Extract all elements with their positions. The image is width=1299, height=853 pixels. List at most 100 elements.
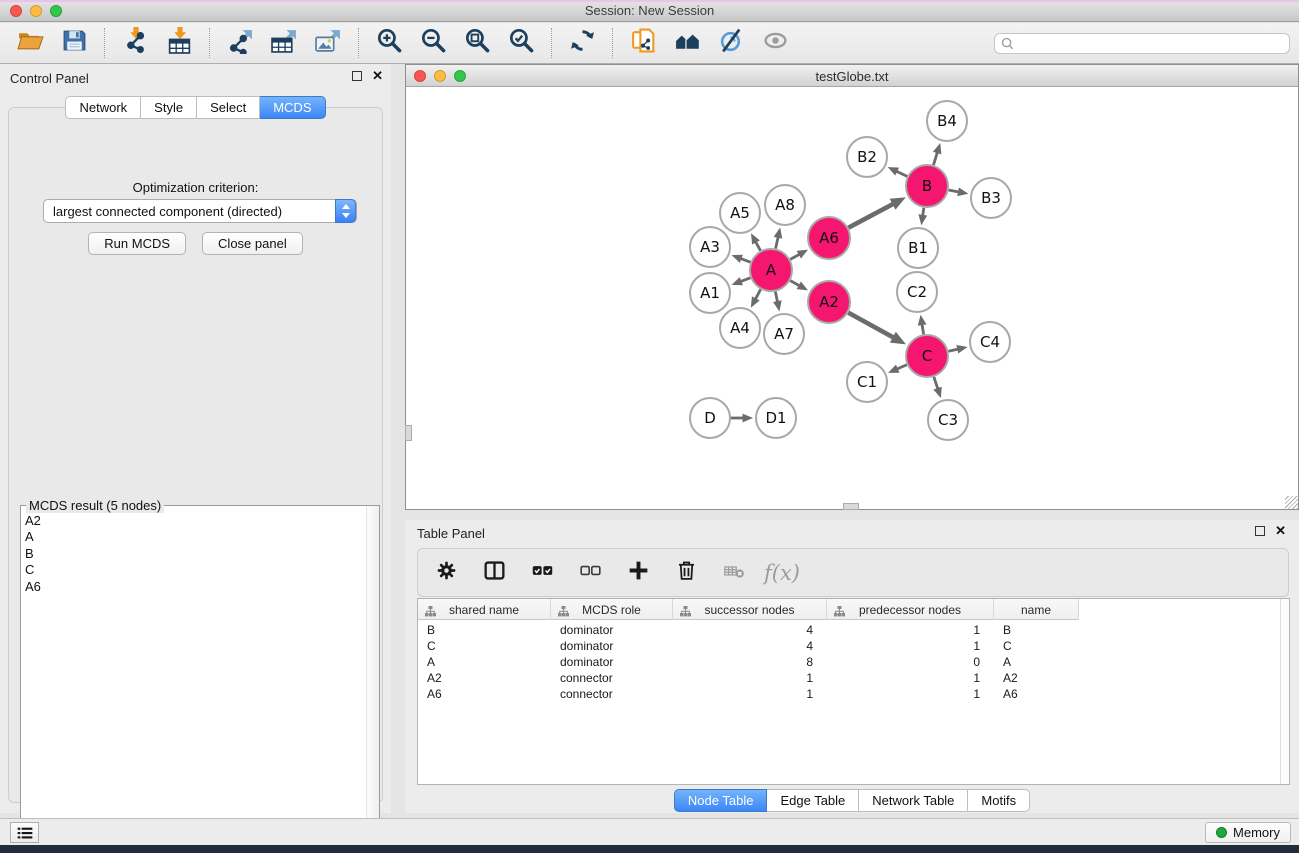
criterion-dropdown[interactable]: largest connected component (directed) [43, 199, 357, 223]
table-row-A2[interactable]: A2connector11A2 [418, 670, 1079, 686]
import-table-icon[interactable] [166, 27, 193, 59]
mcds-result-list: A2ABCA6 [25, 513, 41, 595]
tab-motifs[interactable]: Motifs [968, 789, 1030, 812]
zoom-in-icon[interactable] [376, 27, 403, 59]
refresh-network-icon[interactable] [569, 27, 596, 59]
tab-network-table[interactable]: Network Table [859, 789, 968, 812]
search-input[interactable] [994, 33, 1290, 54]
criterion-dropdown-value: largest connected component (directed) [53, 204, 282, 219]
resize-corner-handle[interactable] [1285, 496, 1298, 509]
tab-select[interactable]: Select [197, 96, 260, 119]
table-row-C[interactable]: Cdominator41C [418, 638, 1079, 654]
list-icon [17, 826, 33, 840]
arrowhead-icon [933, 387, 941, 398]
table-cell: A [418, 654, 551, 670]
result-list-item[interactable]: C [25, 562, 41, 578]
edge-A2-C[interactable] [848, 313, 894, 339]
task-history-button[interactable] [10, 822, 39, 843]
tab-edge-table[interactable]: Edge Table [767, 789, 859, 812]
run-mcds-button[interactable]: Run MCDS [88, 232, 186, 255]
save-session-button[interactable] [59, 28, 89, 58]
delete-column-button[interactable] [674, 561, 698, 585]
zoom-fit-button[interactable] [462, 28, 492, 58]
settings-gear-button[interactable] [434, 561, 458, 585]
open-session-icon[interactable] [17, 27, 44, 59]
settings-gear-icon[interactable] [435, 559, 458, 587]
add-column-button[interactable] [626, 561, 650, 585]
column-header-predecessor-nodes[interactable]: predecessor nodes [827, 599, 994, 620]
network-graph-canvas[interactable]: B4B2BB3A8A5A6B1A3AA1C2A2A4A7C4CC1C3DD1 [406, 87, 1298, 509]
result-scrollbar[interactable] [366, 506, 379, 836]
node-label-B: B [922, 177, 932, 195]
open-session-button[interactable] [15, 28, 45, 58]
table-cell: connector [551, 670, 673, 686]
float-panel-icon[interactable] [352, 71, 362, 81]
hide-details-button[interactable] [716, 28, 746, 58]
table-row-A6[interactable]: A6connector11A6 [418, 686, 1079, 702]
first-neighbors-button[interactable] [672, 28, 702, 58]
export-table-icon[interactable] [271, 27, 298, 59]
export-network-button[interactable] [225, 28, 255, 58]
export-image-button[interactable] [313, 28, 343, 58]
titlebar-accent-line [0, 0, 1299, 2]
select-all-columns-icon[interactable] [531, 559, 554, 587]
close-panel-icon[interactable]: ✕ [372, 71, 383, 81]
show-details-button[interactable] [760, 28, 790, 58]
import-network-icon[interactable] [122, 27, 149, 59]
result-list-item[interactable]: A2 [25, 513, 41, 529]
table-row-A[interactable]: Adominator80A [418, 654, 1079, 670]
toggle-columns-icon[interactable] [483, 559, 506, 587]
toolbar-separator [551, 28, 552, 58]
table-cell: A6 [994, 686, 1079, 702]
show-details-icon[interactable] [762, 27, 789, 59]
result-list-item[interactable]: A [25, 529, 41, 545]
hide-details-icon[interactable] [718, 27, 745, 59]
import-network-button[interactable] [120, 28, 150, 58]
close-panel-button[interactable]: Close panel [202, 232, 303, 255]
tab-style[interactable]: Style [141, 96, 197, 119]
table-close-panel-icon[interactable]: ✕ [1275, 526, 1286, 536]
duplicate-network-button[interactable] [628, 28, 658, 58]
export-image-icon[interactable] [315, 27, 342, 59]
table-row-B[interactable]: Bdominator41B [418, 622, 1079, 638]
add-column-icon[interactable] [627, 559, 650, 587]
zoom-in-button[interactable] [374, 28, 404, 58]
delete-column-icon[interactable] [675, 559, 698, 587]
table-scrollbar[interactable] [1280, 599, 1289, 784]
table-float-panel-icon[interactable] [1255, 526, 1265, 536]
edge-C-C3[interactable] [934, 377, 938, 390]
tab-network[interactable]: Network [65, 96, 141, 119]
result-list-item[interactable]: A6 [25, 579, 41, 595]
toggle-columns-button[interactable] [482, 561, 506, 585]
network-window-titlebar[interactable]: testGlobe.txt [406, 65, 1298, 87]
tab-node-table[interactable]: Node Table [674, 789, 768, 812]
function-builder-icon: f(x) [764, 561, 800, 585]
zoom-out-button[interactable] [418, 28, 448, 58]
tab-mcds[interactable]: MCDS [260, 96, 325, 119]
column-header-shared-name[interactable]: shared name [418, 599, 551, 620]
duplicate-network-icon[interactable] [630, 27, 657, 59]
deselect-all-columns-button[interactable] [578, 561, 602, 585]
column-header-successor-nodes[interactable]: successor nodes [673, 599, 827, 620]
select-all-columns-button[interactable] [530, 561, 554, 585]
left-grip-handle[interactable] [405, 425, 412, 441]
bottom-grip-handle[interactable] [843, 503, 859, 510]
result-list-item[interactable]: B [25, 546, 41, 562]
refresh-network-button[interactable] [567, 28, 597, 58]
deselect-all-columns-icon[interactable] [579, 559, 602, 587]
edge-B-B4[interactable] [933, 151, 937, 165]
zoom-selected-icon[interactable] [508, 27, 535, 59]
column-header-name[interactable]: name [994, 599, 1079, 620]
memory-button[interactable]: Memory [1205, 822, 1291, 843]
save-session-icon[interactable] [61, 27, 88, 59]
zoom-out-icon[interactable] [420, 27, 447, 59]
export-table-button[interactable] [269, 28, 299, 58]
edge-A6-B[interactable] [848, 203, 894, 227]
export-network-icon[interactable] [227, 27, 254, 59]
first-neighbors-icon[interactable] [674, 27, 701, 59]
zoom-selected-button[interactable] [506, 28, 536, 58]
table-cell: 1 [827, 638, 994, 654]
import-table-button[interactable] [164, 28, 194, 58]
zoom-fit-icon[interactable] [464, 27, 491, 59]
column-header-MCDS-role[interactable]: MCDS role [551, 599, 673, 620]
